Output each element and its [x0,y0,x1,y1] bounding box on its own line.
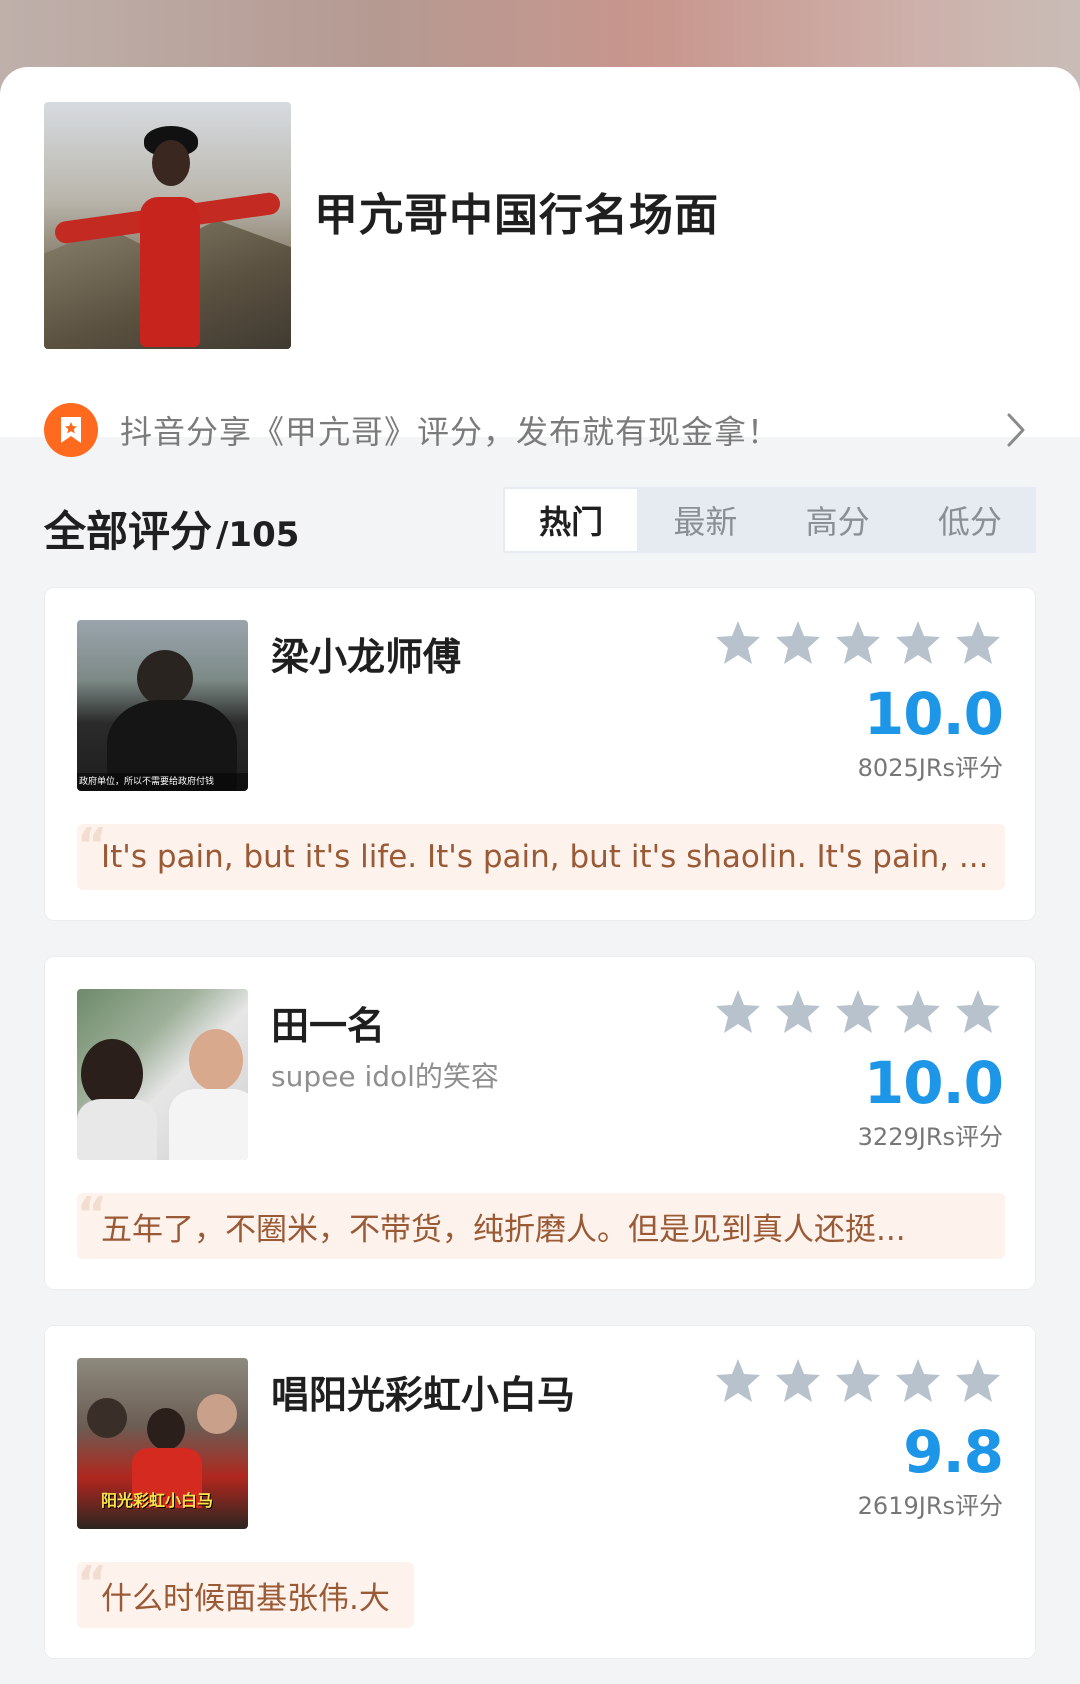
review-title: 唱阳光彩虹小白马 [271,1373,576,1417]
star-icon [896,990,940,1033]
promo-text: 抖音分享《甲亢哥》评分，发布就有现金拿！ [120,413,781,451]
star-icon [836,621,880,664]
review-thumbnail[interactable]: 政府单位，所以不需要给政府付钱 [77,620,248,791]
tab-latest[interactable]: 最新 [639,487,771,553]
thumb-figure-body [169,1089,248,1160]
section-title-label: 全部评分 [44,507,213,556]
review-score: 10.0 [863,680,1004,748]
bookmark-star-icon [44,403,98,457]
star-icon [896,621,940,664]
thumb-figure-head [87,1398,127,1438]
review-count: /105 [216,515,300,555]
star-icon [836,990,880,1033]
star-icon [956,621,1000,664]
review-score: 9.8 [903,1418,1004,1486]
quote-mark-icon: “ [77,1562,108,1610]
review-quote[interactable]: “ It's pain, but it's life. It's pain, b… [77,824,1005,890]
review-thumbnail[interactable]: 阳光彩虹小白马 [77,1358,248,1529]
thumb-figure-head [137,650,193,706]
cover-image[interactable] [44,102,291,349]
quote-mark-icon: “ [77,1193,108,1241]
review-card[interactable]: 阳光彩虹小白马 唱阳光彩虹小白马 9.8 2619JRs评分 “ 什么时候面基张… [44,1325,1036,1659]
review-card[interactable]: 田一名 supee idol的笑容 10.0 3229JRs评分 “ 五年了，不… [44,956,1036,1290]
star-rating [713,618,1003,668]
star-icon [956,990,1000,1033]
thumb-caption: 阳光彩虹小白马 [101,1491,214,1510]
review-vote-count: 8025JRs评分 [857,754,1003,782]
review-quote-text: 什么时候面基张伟.大 [101,1580,390,1617]
thumb-figure-head [189,1029,243,1091]
star-icon [896,1359,940,1402]
tab-low-score[interactable]: 低分 [904,487,1036,553]
review-title: 田一名 [271,1004,386,1048]
promo-banner[interactable]: 抖音分享《甲亢哥》评分，发布就有现金拿！ [44,402,1036,458]
review-subtitle: supee idol的笑容 [271,1060,499,1093]
review-score: 10.0 [863,1049,1004,1117]
review-quote-text: 五年了，不圈米，不带货，纯折磨人。但是见到真人还挺... [101,1211,906,1248]
review-thumbnail[interactable] [77,989,248,1160]
review-card[interactable]: 政府单位，所以不需要给政府付钱 梁小龙师傅 10.0 8025JRs评分 “ I… [44,587,1036,921]
review-quote[interactable]: “ 什么时候面基张伟.大 [77,1562,414,1628]
thumb-figure-head [197,1394,237,1434]
cover-figure-head [152,140,190,186]
star-icon [776,621,820,664]
review-quote-text: It's pain, but it's life. It's pain, but… [101,839,989,875]
section-title: 全部评分/105 [44,498,299,559]
review-vote-count: 3229JRs评分 [857,1123,1003,1151]
star-icon [716,1359,760,1402]
star-icon [836,1359,880,1402]
star-icon [716,621,760,664]
cover-figure-body [140,197,200,347]
sort-tabs: 热门 最新 高分 低分 [503,487,1036,553]
star-icon [776,990,820,1033]
review-quote[interactable]: “ 五年了，不圈米，不带货，纯折磨人。但是见到真人还挺... [77,1193,1005,1259]
thumb-figure-body [77,1099,157,1160]
page-title: 甲亢哥中国行名场面 [314,190,719,241]
star-icon [716,990,760,1033]
tab-high-score[interactable]: 高分 [772,487,904,553]
thumb-figure-head [147,1408,185,1450]
header-card: 甲亢哥中国行名场面 抖音分享《甲亢哥》评分，发布就有现金拿！ [0,67,1080,457]
tab-hot[interactable]: 热门 [505,489,638,551]
star-rating [713,1356,1003,1406]
thumb-caption: 政府单位，所以不需要给政府付钱 [77,773,248,791]
star-rating [713,987,1003,1037]
review-vote-count: 2619JRs评分 [857,1492,1003,1520]
quote-mark-icon: “ [77,824,108,872]
review-title: 梁小龙师傅 [271,635,462,679]
star-icon [956,1359,1000,1402]
chevron-right-icon[interactable] [996,410,1036,450]
star-icon [776,1359,820,1402]
